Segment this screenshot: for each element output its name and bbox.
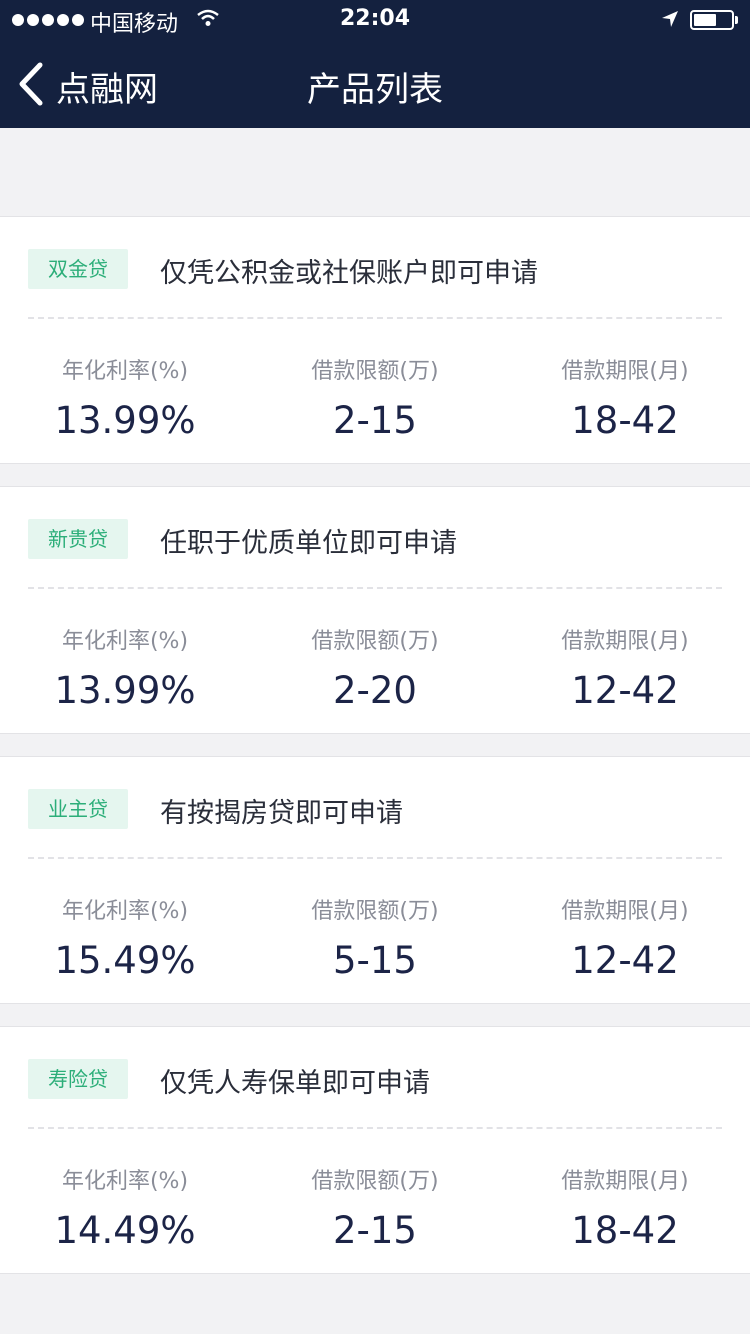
amount-label: 借款限额(万) [311, 629, 439, 654]
term-column: 借款期限(月) 12-42 [500, 893, 750, 982]
rate-label: 年化利率(%) [61, 899, 189, 924]
product-card[interactable]: 寿险贷 仅凭人寿保单即可申请 年化利率(%) 14.49% 借款限额(万) 2-… [0, 1026, 750, 1274]
term-column: 借款期限(月) 18-42 [500, 353, 750, 442]
amount-value: 2-15 [333, 399, 417, 442]
dashed-divider [28, 587, 722, 589]
rate-value: 15.49% [54, 939, 196, 982]
product-card[interactable]: 业主贷 有按揭房贷即可申请 年化利率(%) 15.49% 借款限额(万) 5-1… [0, 756, 750, 1004]
rate-value: 13.99% [54, 669, 196, 712]
amount-label: 借款限额(万) [311, 1169, 439, 1194]
term-label: 借款期限(月) [561, 359, 689, 384]
status-bar: 中国移动 22:04 [0, 0, 750, 40]
battery-icon [690, 10, 738, 30]
rate-label: 年化利率(%) [61, 629, 189, 654]
product-description: 任职于优质单位即可申请 [160, 528, 457, 559]
location-arrow-icon [660, 9, 680, 35]
product-description: 有按揭房贷即可申请 [160, 798, 403, 829]
term-value: 12-42 [571, 939, 679, 982]
status-time: 22:04 [339, 6, 411, 31]
term-value: 18-42 [571, 399, 679, 442]
amount-column: 借款限额(万) 5-15 [250, 893, 500, 982]
amount-label: 借款限额(万) [311, 359, 439, 384]
term-column: 借款期限(月) 12-42 [500, 623, 750, 712]
rate-label: 年化利率(%) [61, 1169, 189, 1194]
rate-value: 14.49% [54, 1209, 196, 1252]
amount-value: 2-20 [333, 669, 417, 712]
amount-value: 2-15 [333, 1209, 417, 1252]
term-label: 借款期限(月) [561, 1169, 689, 1194]
term-column: 借款期限(月) 18-42 [500, 1163, 750, 1252]
dashed-divider [28, 857, 722, 859]
page-title: 产品列表 [307, 70, 443, 110]
amount-label: 借款限额(万) [311, 899, 439, 924]
term-value: 12-42 [571, 669, 679, 712]
term-label: 借款期限(月) [561, 629, 689, 654]
amount-column: 借款限额(万) 2-20 [250, 623, 500, 712]
navigation-bar: 点融网 产品列表 [0, 40, 750, 128]
rate-column: 年化利率(%) 14.49% [0, 1163, 250, 1252]
rate-column: 年化利率(%) 13.99% [0, 623, 250, 712]
rate-column: 年化利率(%) 15.49% [0, 893, 250, 982]
rate-column: 年化利率(%) 13.99% [0, 353, 250, 442]
product-tag: 业主贷 [28, 789, 128, 829]
product-tag: 寿险贷 [28, 1059, 128, 1099]
product-card[interactable]: 新贵贷 任职于优质单位即可申请 年化利率(%) 13.99% 借款限额(万) 2… [0, 486, 750, 734]
rate-label: 年化利率(%) [61, 359, 189, 384]
amount-column: 借款限额(万) 2-15 [250, 353, 500, 442]
header-bar: 中国移动 22:04 点融网 产品列表 [0, 0, 750, 128]
product-tag: 新贵贷 [28, 519, 128, 559]
term-label: 借款期限(月) [561, 899, 689, 924]
amount-value: 5-15 [333, 939, 417, 982]
dashed-divider [28, 1127, 722, 1129]
term-value: 18-42 [571, 1209, 679, 1252]
amount-column: 借款限额(万) 2-15 [250, 1163, 500, 1252]
product-description: 仅凭公积金或社保账户即可申请 [160, 258, 538, 289]
product-description: 仅凭人寿保单即可申请 [160, 1068, 430, 1099]
product-tag: 双金贷 [28, 249, 128, 289]
product-card[interactable]: 双金贷 仅凭公积金或社保账户即可申请 年化利率(%) 13.99% 借款限额(万… [0, 216, 750, 464]
rate-value: 13.99% [54, 399, 196, 442]
dashed-divider [28, 317, 722, 319]
